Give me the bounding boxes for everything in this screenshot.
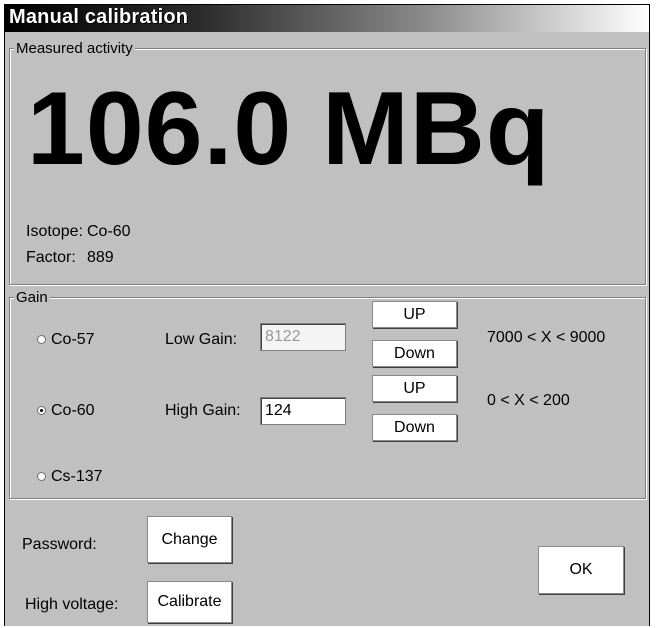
calibrate-button[interactable]: Calibrate (147, 581, 232, 623)
high-gain-down-button[interactable]: Down (372, 414, 457, 441)
activity-readout: 106.0 MBq (27, 71, 551, 187)
high-gain-up-button[interactable]: UP (372, 375, 457, 402)
change-password-button[interactable]: Change (147, 516, 232, 563)
measured-activity-legend: Measured activity (14, 40, 135, 57)
radio-co57-label[interactable]: Co-57 (51, 331, 95, 349)
low-gain-input: 8122 (260, 323, 346, 351)
gain-legend: Gain (14, 289, 50, 306)
isotope-value: Co-60 (87, 223, 131, 240)
high-gain-input[interactable]: 124 (260, 397, 346, 425)
radio-co60[interactable] (37, 406, 46, 415)
radio-co60-label[interactable]: Co-60 (51, 402, 95, 420)
manual-calibration-window: Manual calibration Measured activity 106… (4, 4, 650, 626)
low-gain-label: Low Gain: (165, 331, 238, 348)
radio-co57[interactable] (37, 335, 46, 344)
high-gain-range: 0 < X < 200 (487, 392, 570, 409)
radio-cs137[interactable] (37, 472, 46, 481)
password-label: Password: (22, 536, 97, 553)
isotope-label: Isotope: (26, 223, 83, 240)
title-bar: Manual calibration (5, 5, 649, 32)
high-voltage-label: High voltage: (25, 596, 119, 613)
window-title: Manual calibration (9, 6, 189, 28)
ok-button[interactable]: OK (538, 546, 624, 594)
low-gain-up-button[interactable]: UP (372, 301, 457, 328)
low-gain-down-button[interactable]: Down (372, 340, 457, 367)
radio-cs137-label[interactable]: Cs-137 (51, 468, 103, 486)
factor-value: 889 (87, 249, 114, 266)
factor-label: Factor: (26, 249, 76, 266)
low-gain-range: 7000 < X < 9000 (487, 329, 606, 346)
high-gain-label: High Gain: (165, 402, 241, 419)
